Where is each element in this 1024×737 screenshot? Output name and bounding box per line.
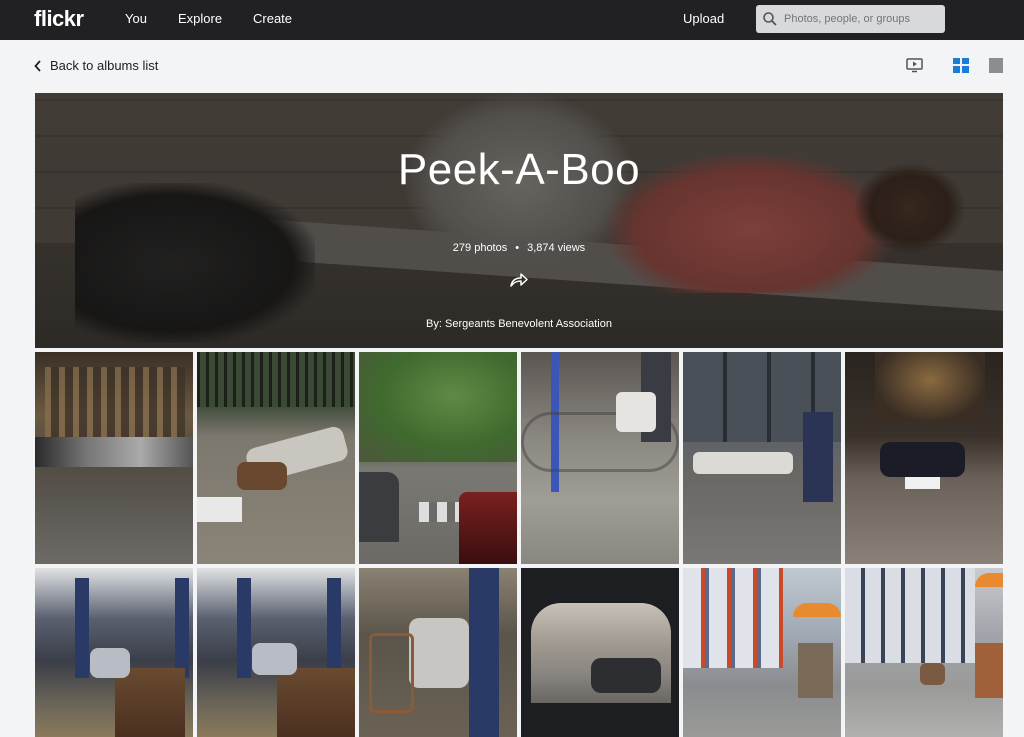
- nav-create[interactable]: Create: [253, 11, 292, 26]
- search-input[interactable]: [784, 13, 944, 25]
- back-label: Back to albums list: [50, 58, 159, 73]
- album-stats: 279 photos • 3,874 views: [452, 242, 586, 254]
- album-title: Peek-A-Boo: [397, 145, 641, 194]
- flickr-logo[interactable]: flickr: [34, 6, 84, 32]
- photo-street-night[interactable]: [35, 352, 193, 564]
- photo-subway-platform-2[interactable]: [197, 568, 355, 737]
- photo-cafe-corner[interactable]: [845, 352, 1003, 564]
- chevron-left-icon: [34, 59, 41, 72]
- top-navigation-bar: flickr You Explore Create Upload: [0, 0, 1024, 40]
- photo-count: 279 photos: [452, 242, 508, 254]
- photo-car-window[interactable]: [521, 568, 679, 737]
- album-cover: Peek-A-Boo 279 photos • 3,874 views By: Se…: [35, 93, 1003, 348]
- photo-subway-platform-1[interactable]: [35, 568, 193, 737]
- search-box[interactable]: [756, 5, 945, 33]
- share-icon[interactable]: [508, 271, 530, 289]
- photo-bike-rack[interactable]: [521, 352, 679, 564]
- photo-street-vendor-1[interactable]: [683, 568, 841, 737]
- slideshow-icon[interactable]: [906, 58, 923, 73]
- single-view-icon[interactable]: [989, 58, 1003, 73]
- photo-sidewalk-sleeper[interactable]: [197, 352, 355, 564]
- back-to-albums-link[interactable]: Back to albums list: [34, 58, 158, 73]
- view-count: 3,874 views: [527, 242, 586, 254]
- upload-link[interactable]: Upload: [683, 11, 724, 26]
- album-byline: By: Sergeants Benevolent Association: [426, 318, 612, 330]
- photo-storefront-sleeper[interactable]: [683, 352, 841, 564]
- grid-view-icon[interactable]: [953, 58, 969, 73]
- nav-explore[interactable]: Explore: [178, 11, 222, 26]
- photo-street-vendor-2[interactable]: [845, 568, 1003, 737]
- photo-crosswalk[interactable]: [359, 352, 517, 564]
- photo-subway-cart[interactable]: [359, 568, 517, 737]
- search-icon: [763, 12, 777, 26]
- nav-you[interactable]: You: [125, 11, 147, 26]
- album-toolbar: Back to albums list: [0, 40, 1024, 93]
